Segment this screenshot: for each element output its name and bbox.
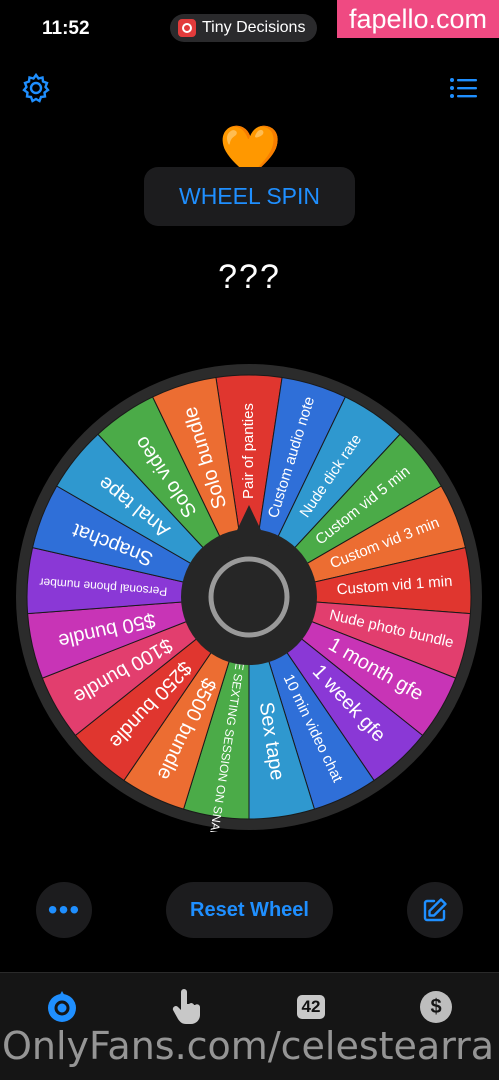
status-time: 11:52 [42,18,90,39]
app-pill[interactable]: Tiny Decisions [170,14,318,42]
app-pill-label: Tiny Decisions [202,19,306,36]
count-badge: 42 [296,995,326,1019]
spin-result: ??? [218,258,281,296]
wheel-hub [181,529,317,665]
tab-wheel[interactable] [42,987,82,1027]
wheel-tab-icon [48,991,76,1022]
edit-button[interactable] [407,882,463,938]
gear-icon[interactable] [20,72,52,104]
list-icon[interactable] [449,76,477,100]
tab-pick[interactable] [166,987,206,1027]
tab-count[interactable]: 42 [291,987,331,1027]
hand-pointer-icon [172,989,200,1024]
tab-purchase[interactable]: $ [416,987,456,1027]
watermark-bottom: OnlyFans.com/celestearra [2,1024,495,1068]
more-button[interactable]: ••• [36,882,92,938]
reset-wheel-button[interactable]: Reset Wheel [166,882,333,938]
wheel-title[interactable]: WHEEL SPIN [144,167,355,226]
dollar-icon: $ [420,991,452,1023]
watermark-top: fapello.com [337,0,499,38]
app-icon [178,19,196,37]
edit-icon [423,898,447,922]
wheel-segment-label: Pair of panties [240,403,257,499]
spin-wheel[interactable]: Pair of panties Custom audio note Nude dic… [14,362,484,839]
